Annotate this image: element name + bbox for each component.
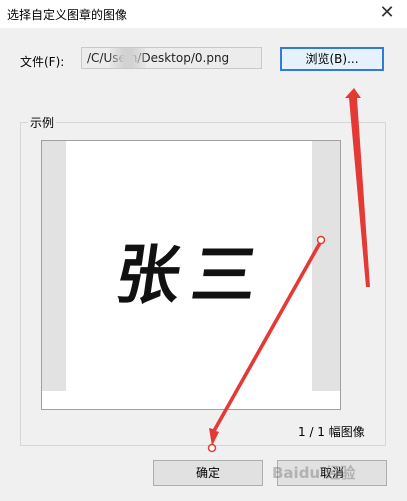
image-count: 1 / 1 幅图像: [298, 425, 365, 439]
image-preview: 张三: [41, 140, 341, 410]
close-icon[interactable]: ✕: [367, 0, 407, 28]
file-label: 文件(F):: [20, 55, 65, 69]
cancel-button[interactable]: 取消: [277, 460, 387, 486]
browse-button[interactable]: 浏览(B)...: [280, 47, 384, 71]
ok-button[interactable]: 确定: [153, 460, 263, 486]
redaction-blur: [110, 48, 146, 68]
seal-image: 张三: [110, 238, 274, 313]
window-title: 选择自定义图章的图像: [7, 8, 128, 22]
preview-left-margin: [42, 141, 66, 391]
preview-right-margin: [312, 141, 340, 391]
file-path-field[interactable]: /C/Use n/Desktop/0.png: [81, 47, 262, 69]
sample-group-label: 示例: [28, 114, 57, 131]
title-bar: 选择自定义图章的图像 ✕: [0, 0, 407, 28]
